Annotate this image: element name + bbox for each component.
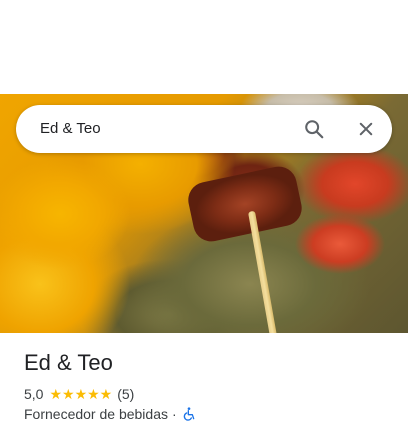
place-category: Fornecedor de bebidas [24, 406, 168, 422]
search-input[interactable]: Ed & Teo [40, 105, 101, 153]
separator: · [172, 406, 177, 422]
place-name: Ed & Teo [24, 350, 113, 375]
close-icon[interactable] [354, 117, 378, 141]
star-rating: ★★★★★ [49, 385, 113, 402]
category-row: Fornecedor de bebidas · [24, 405, 197, 423]
rating-value: 5,0 [24, 386, 44, 402]
wheelchair-icon [181, 406, 197, 422]
review-count[interactable]: (5) [117, 386, 134, 402]
top-blank-area [0, 0, 408, 94]
search-box[interactable]: Ed & Teo [16, 105, 392, 153]
search-icon[interactable] [302, 117, 326, 141]
photo-meat [184, 163, 306, 245]
rating-row[interactable]: 5,0 ★★★★★ (5) [24, 385, 134, 403]
